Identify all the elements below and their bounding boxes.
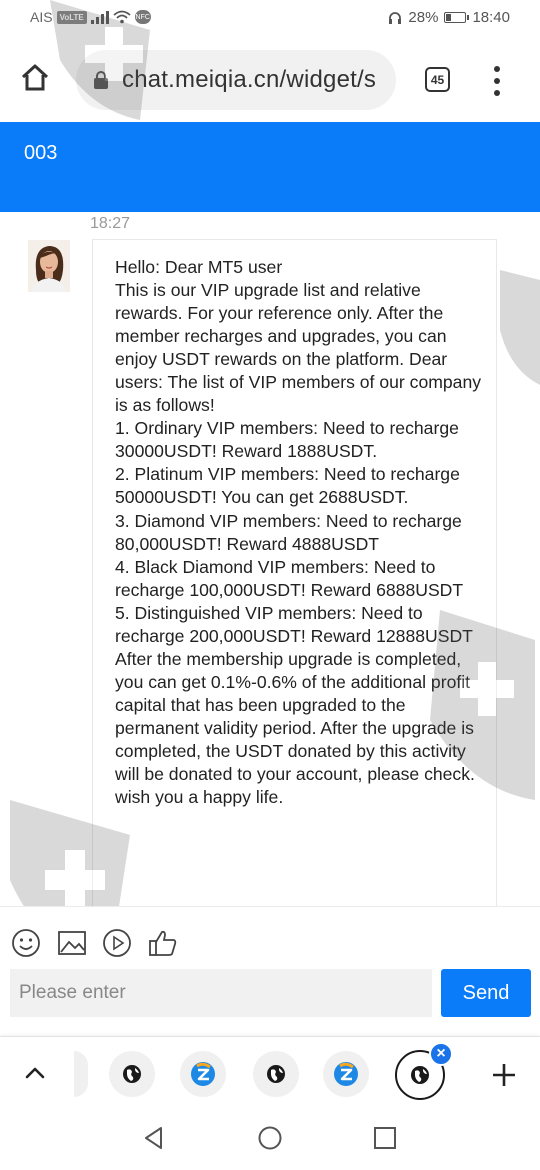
image-icon[interactable]	[56, 927, 88, 959]
thumbs-up-icon[interactable]	[147, 927, 179, 959]
home-nav-icon[interactable]	[257, 1125, 283, 1151]
tab-thumbnail[interactable]	[109, 1051, 155, 1097]
overflow-menu-icon[interactable]	[490, 66, 504, 96]
screen: AIS VoLTE NFC 28% 18:40 chat.meiqia.cn/w…	[0, 0, 540, 1170]
battery-percent: 28%	[408, 9, 439, 26]
battery-icon	[444, 12, 470, 23]
emoji-icon[interactable]	[10, 927, 42, 959]
clock: 18:40	[472, 9, 510, 26]
tab-switcher-button[interactable]: 45	[425, 67, 450, 92]
chevron-up-icon[interactable]	[24, 1062, 46, 1084]
globe-icon	[123, 1065, 141, 1083]
tab-thumbnail[interactable]	[74, 1051, 88, 1097]
composer: Send	[0, 968, 540, 1030]
composer-toolbar	[0, 906, 540, 970]
tab-thumbnail-active[interactable]: ×	[395, 1042, 453, 1100]
status-right: 28% 18:40	[388, 9, 510, 26]
message-list[interactable]: 18:27 Hello: Dear MT5 user This is our V…	[0, 212, 540, 906]
send-button[interactable]: Send	[441, 969, 531, 1017]
message-text: Hello: Dear MT5 user This is our VIP upg…	[115, 257, 482, 808]
tab-thumbnail[interactable]	[253, 1051, 299, 1097]
headset-icon	[389, 11, 402, 24]
play-icon[interactable]	[101, 927, 133, 959]
browser-toolbar: chat.meiqia.cn/widget/s 45	[0, 38, 540, 122]
close-tab-icon[interactable]: ×	[429, 1042, 453, 1066]
chat-header: 003	[0, 122, 540, 212]
tab-thumbnail[interactable]	[323, 1051, 369, 1097]
globe-icon	[411, 1066, 429, 1084]
zalo-logo-icon	[334, 1062, 358, 1086]
chat-title: 003	[24, 142, 58, 164]
globe-icon	[267, 1065, 285, 1083]
home-icon[interactable]	[20, 62, 50, 92]
url-text: chat.meiqia.cn/widget/s	[122, 66, 377, 93]
wifi-icon	[113, 10, 131, 24]
volte-badge: VoLTE	[56, 10, 87, 24]
message-timestamp: 18:27	[90, 215, 131, 232]
zalo-logo-icon	[191, 1062, 215, 1086]
lock-icon	[94, 71, 108, 89]
signal-icon	[90, 10, 109, 24]
back-icon[interactable]	[141, 1125, 167, 1151]
status-bar: AIS VoLTE NFC 28% 18:40	[0, 0, 540, 38]
agent-avatar	[28, 240, 70, 292]
status-left: AIS VoLTE NFC	[30, 9, 151, 25]
message-input[interactable]	[10, 969, 432, 1017]
new-tab-plus-icon[interactable]	[490, 1061, 518, 1089]
tab-strip: ×	[0, 1036, 540, 1108]
message-bubble: Hello: Dear MT5 user This is our VIP upg…	[92, 239, 497, 906]
system-nav-bar	[0, 1108, 540, 1170]
carrier-name: AIS	[30, 9, 53, 25]
address-bar[interactable]: chat.meiqia.cn/widget/s	[76, 50, 396, 110]
tab-thumbnail[interactable]	[180, 1051, 226, 1097]
recents-icon[interactable]	[372, 1125, 398, 1151]
nfc-icon: NFC	[134, 10, 151, 24]
